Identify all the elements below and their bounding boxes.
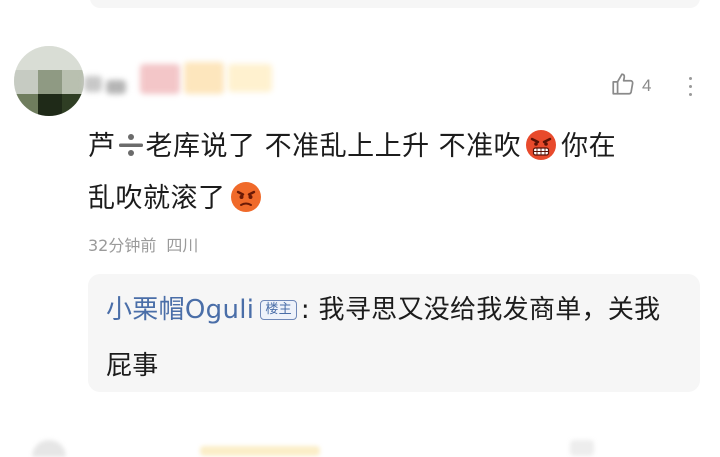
thumbs-up-icon	[610, 71, 636, 101]
angry-face-icon	[525, 129, 557, 176]
reply-separator: :	[300, 295, 310, 325]
pouting-face-icon	[230, 181, 262, 228]
avatar[interactable]	[14, 46, 84, 116]
comment-time: 32分钟前	[88, 236, 157, 255]
reply-author[interactable]: 小栗帽Oguli	[106, 295, 254, 325]
reply-content: 小栗帽Oguli 楼主: 我寻思又没给我发商单，关我屁事	[106, 282, 686, 394]
comment-item: 4 芦老库说了 不准乱上上升 不准吹 你在 乱吹就滚了 32分钟前 四川 小栗帽Ogu…	[0, 0, 720, 457]
comment-body: 芦老库说了 不准乱上上升 不准吹 你在 乱吹就滚了	[88, 124, 698, 228]
comment-meta: 32分钟前 四川	[88, 232, 198, 256]
like-count: 4	[642, 76, 652, 95]
like-button[interactable]: 4	[610, 72, 651, 100]
next-comment-partial	[0, 432, 720, 457]
division-sign-icon	[118, 127, 144, 156]
reply-card[interactable]: 小栗帽Oguli 楼主: 我寻思又没给我发商单，关我屁事	[88, 274, 700, 392]
username-redacted[interactable]	[80, 58, 280, 102]
screen: 4 芦老库说了 不准乱上上升 不准吹 你在 乱吹就滚了 32分钟前 四川 小栗帽Ogu…	[0, 0, 720, 457]
op-badge: 楼主	[260, 300, 297, 320]
more-options-icon[interactable]	[680, 72, 700, 100]
comment-location: 四川	[166, 236, 199, 255]
